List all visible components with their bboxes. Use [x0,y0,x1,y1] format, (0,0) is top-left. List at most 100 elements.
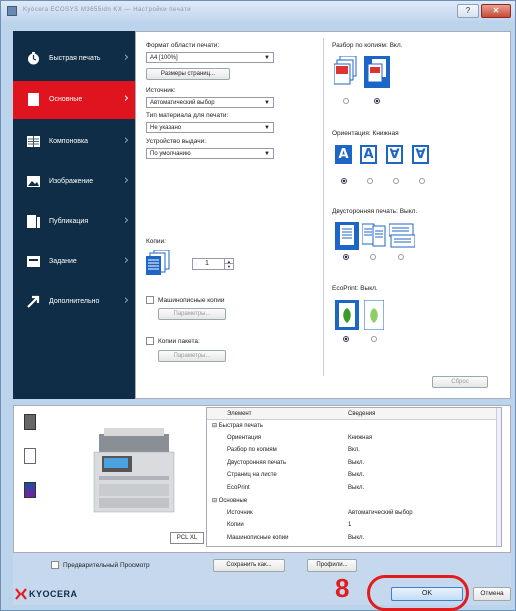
pcl-badge: PCL XL [170,532,204,544]
sidebar-item-label: Быстрая печать [49,55,101,62]
copies-icon [146,250,170,275]
row-element: ⊟ Быстрая печать [212,423,263,429]
image-icon [27,176,40,187]
page-view-icon[interactable] [24,448,36,464]
sidebar-item-label: Изображение [49,178,94,185]
sidebar-item-label: Публикация [49,218,89,225]
sidebar-item-publishing[interactable]: Публикация › [13,203,135,241]
collate-label-text: Разбор по копиям: [332,42,388,49]
paper-size-value: A4 [100%] [150,55,178,61]
duplex-short-edge-radio[interactable] [398,254,404,260]
color-view-icon[interactable] [24,482,36,498]
landscape-radio[interactable] [367,178,373,184]
job-icon [27,256,40,267]
copies-label: Копии: [146,238,166,245]
portrait-rotated-radio[interactable] [393,178,399,184]
duplex-long-edge-radio[interactable] [370,254,376,260]
copy-job-checkbox[interactable] [146,337,154,345]
chevron-right-icon: › [123,50,129,65]
uncollate-icon[interactable] [334,56,358,94]
collate-label: Разбор по копиям: Вкл. [332,42,402,49]
sidebar-item-basic[interactable]: Основные › [13,81,135,119]
preview-checkbox[interactable] [51,561,59,569]
sidebar-item-layout[interactable]: Компоновка › [13,123,135,161]
chevron-right-icon: › [123,253,129,268]
row-element: Страниц на листе [227,472,277,478]
row-element: Ориентация [227,434,262,441]
summary-header: Элемент Сведения [207,408,501,420]
landscape-icon[interactable]: A [360,145,377,164]
source-select[interactable]: Автоматический выбор ▼ [146,97,274,108]
row-element: EcoPrint [227,484,250,491]
orientation-value: Книжная [372,130,399,137]
media-type-select[interactable]: Не указано ▼ [146,122,274,133]
sidebar-item-advanced[interactable]: Дополнительно › [13,283,135,321]
table-row: Копии 1 [207,522,497,531]
copy-job-params-button[interactable]: Параметры... [158,350,226,362]
help-button[interactable]: ? [457,4,479,18]
portrait-icon[interactable]: A [335,145,352,164]
collate-radio[interactable] [374,98,380,104]
row-details: 1 [348,522,352,528]
printer-view-icon[interactable] [24,414,36,430]
ecoprint-on-radio[interactable] [371,336,377,342]
copies-stepper[interactable]: 1 ▲ ▼ [192,258,234,270]
paper-size-select[interactable]: A4 [100%] ▼ [146,52,274,63]
publishing-icon [27,215,40,228]
ok-button[interactable]: OK [391,587,463,601]
window-title: Kyocera ECOSYS M3655idn KX — Настройки п… [23,7,192,13]
cancel-button[interactable]: Отмена [473,587,511,601]
row-details: Книжная [348,434,373,441]
row-element: Копии [227,522,244,528]
output-label: Устройство выдачи: [146,138,207,145]
copies-value: 1 [205,260,209,267]
output-select[interactable]: По умолчанию ▼ [146,148,274,159]
sidebar-item-label: Задание [49,258,77,265]
quick-print-icon [28,52,39,65]
copy-job-label: Копии пакета: [158,338,200,345]
row-details: Автоматический выбор [348,509,413,516]
row-element: Источник [227,509,253,516]
mailbox-copies-checkbox[interactable] [146,296,154,304]
duplex-short-edge-icon[interactable] [389,222,415,250]
landscape-rotated-radio[interactable] [419,178,425,184]
ecoprint-off-radio[interactable] [343,336,349,342]
ecoprint-off-icon[interactable] [335,300,359,330]
mailbox-copies-label: Машинописные копии [158,297,225,304]
sidebar-item-job[interactable]: Задание › [13,243,135,281]
uncollate-radio[interactable] [343,98,349,104]
mailbox-params-button[interactable]: Параметры... [158,308,226,320]
close-button[interactable]: ✕ [481,4,511,18]
duplex-off-icon[interactable] [335,222,359,250]
save-as-button[interactable]: Сохранить как... [213,559,285,572]
duplex-long-edge-icon[interactable] [362,222,386,250]
print-preferences-window: Kyocera ECOSYS M3655idn KX — Настройки п… [0,0,516,611]
landscape-rotated-icon[interactable]: ∀ [412,145,429,164]
advanced-icon [27,295,40,308]
step-number: 8 [335,573,350,603]
duplex-off-radio[interactable] [343,254,349,260]
decrement-icon[interactable]: ▼ [224,264,233,269]
media-type-label: Тип материала для печати: [146,112,229,119]
portrait-rotated-icon[interactable]: ∀ [386,145,403,164]
ecoprint-value: Выкл. [360,285,378,292]
profiles-button[interactable]: Профили... [307,559,357,572]
row-details: Выкл. [348,484,365,491]
output-value: По умолчанию [150,151,191,157]
ecoprint-on-icon[interactable] [364,300,384,330]
dropdown-arrow-icon: ▼ [264,55,270,61]
sidebar-item-quick-print[interactable]: Быстрая печать › [13,40,135,78]
collate-icon[interactable] [364,56,390,94]
chevron-right-icon: › [123,133,129,148]
printer-app-icon [7,6,17,16]
sidebar-item-image[interactable]: Изображение › [13,163,135,201]
orientation-label-text: Ориентация: [332,130,371,137]
row-element: Разбор по копиям [227,447,277,453]
paper-size-label: Формат области печати: [146,42,220,49]
page-sizes-button[interactable]: Размеры страниц... [146,68,230,80]
summary-scrollbar[interactable] [496,408,501,546]
portrait-radio[interactable] [341,178,347,184]
row-details: Вкл. [348,447,360,453]
sidebar-item-label: Компоновка [49,138,89,145]
reset-button[interactable]: Сброс [432,376,488,388]
